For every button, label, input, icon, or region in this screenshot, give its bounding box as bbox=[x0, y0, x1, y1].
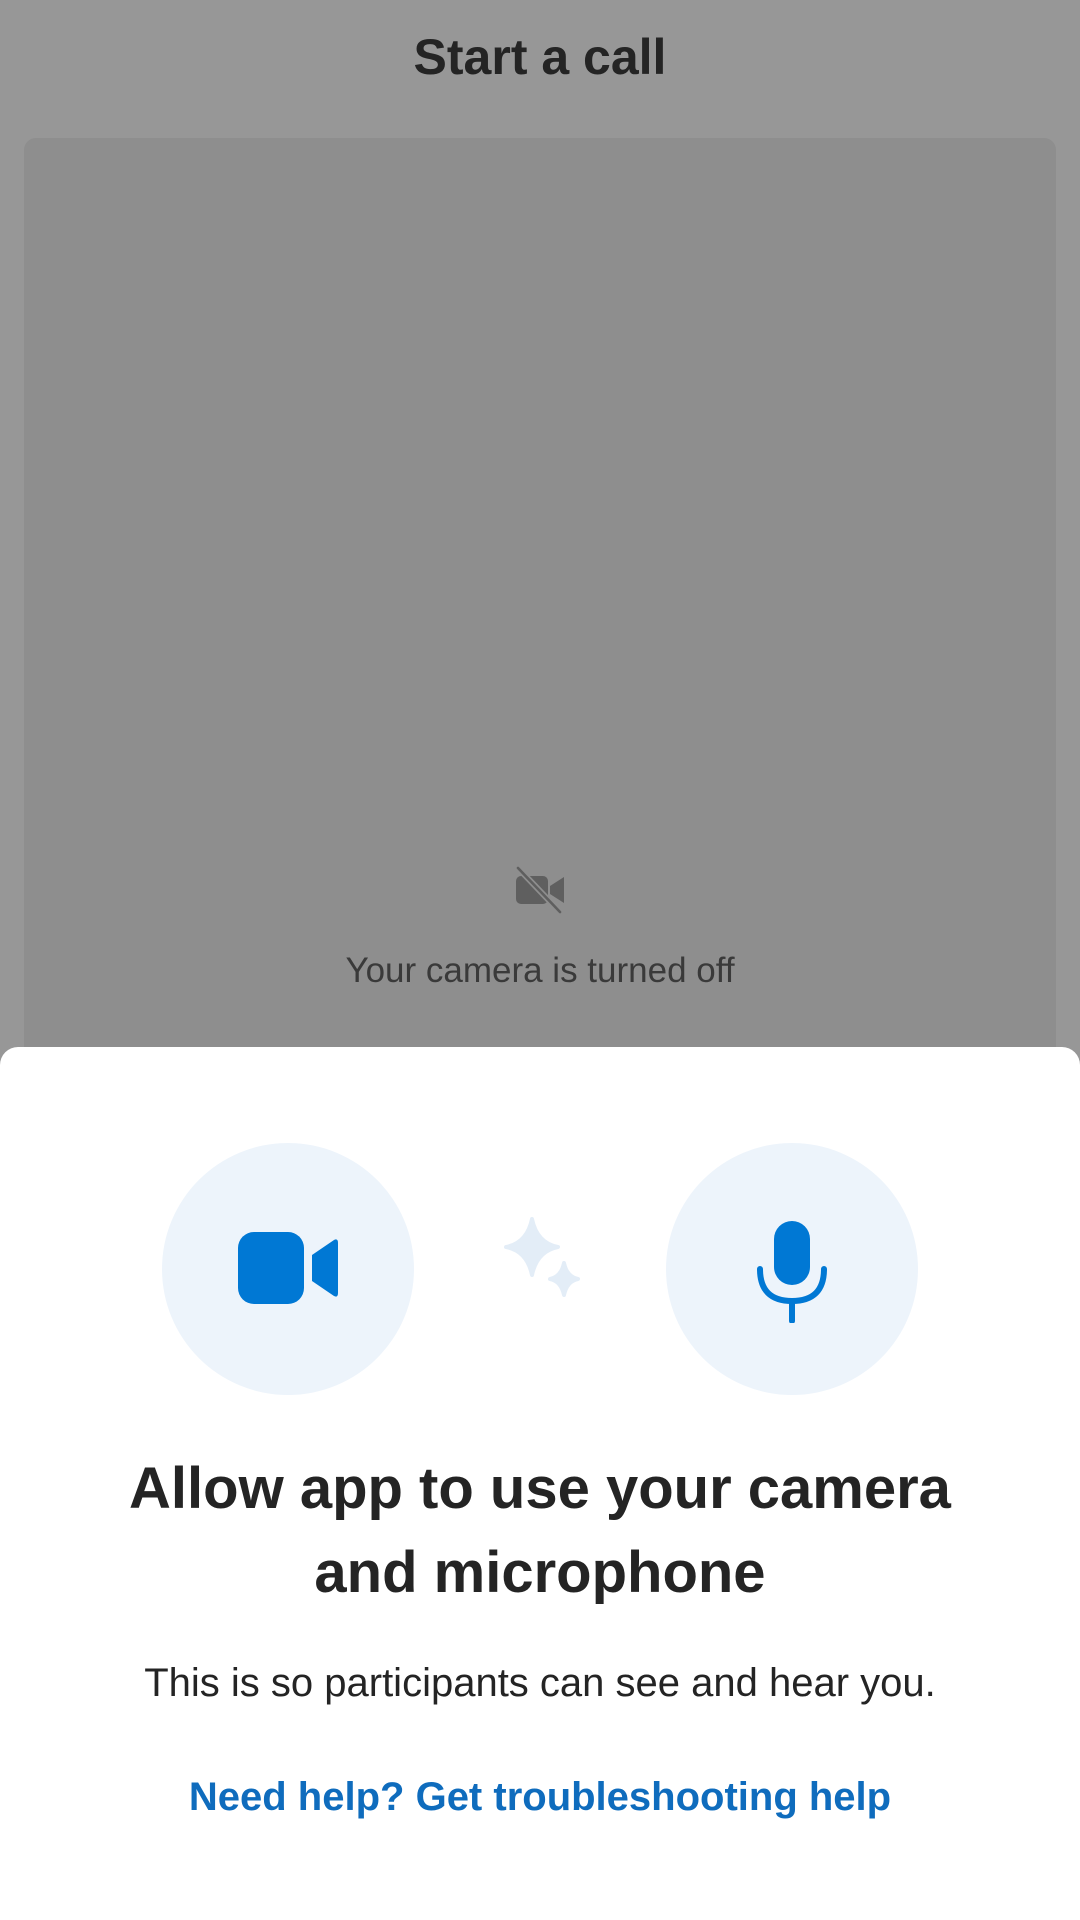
camera-off-status: Your camera is turned off bbox=[345, 951, 735, 990]
permission-heading: Allow app to use your camera and microph… bbox=[129, 1456, 951, 1605]
sparkle-icon bbox=[504, 1217, 580, 1297]
permission-description: This is so participants can see and hear… bbox=[144, 1661, 936, 1705]
camera-permission-circle bbox=[162, 1143, 414, 1395]
video-camera-icon bbox=[238, 1232, 338, 1304]
video-off-icon bbox=[515, 865, 564, 915]
page-title: Start a call bbox=[413, 29, 667, 85]
microphone-permission-circle bbox=[666, 1143, 918, 1395]
permission-sheet: Allow app to use your camera and microph… bbox=[0, 1047, 1080, 1920]
microphone-icon bbox=[757, 1221, 827, 1323]
troubleshooting-help-link[interactable]: Need help? Get troubleshooting help bbox=[60, 1768, 1020, 1826]
